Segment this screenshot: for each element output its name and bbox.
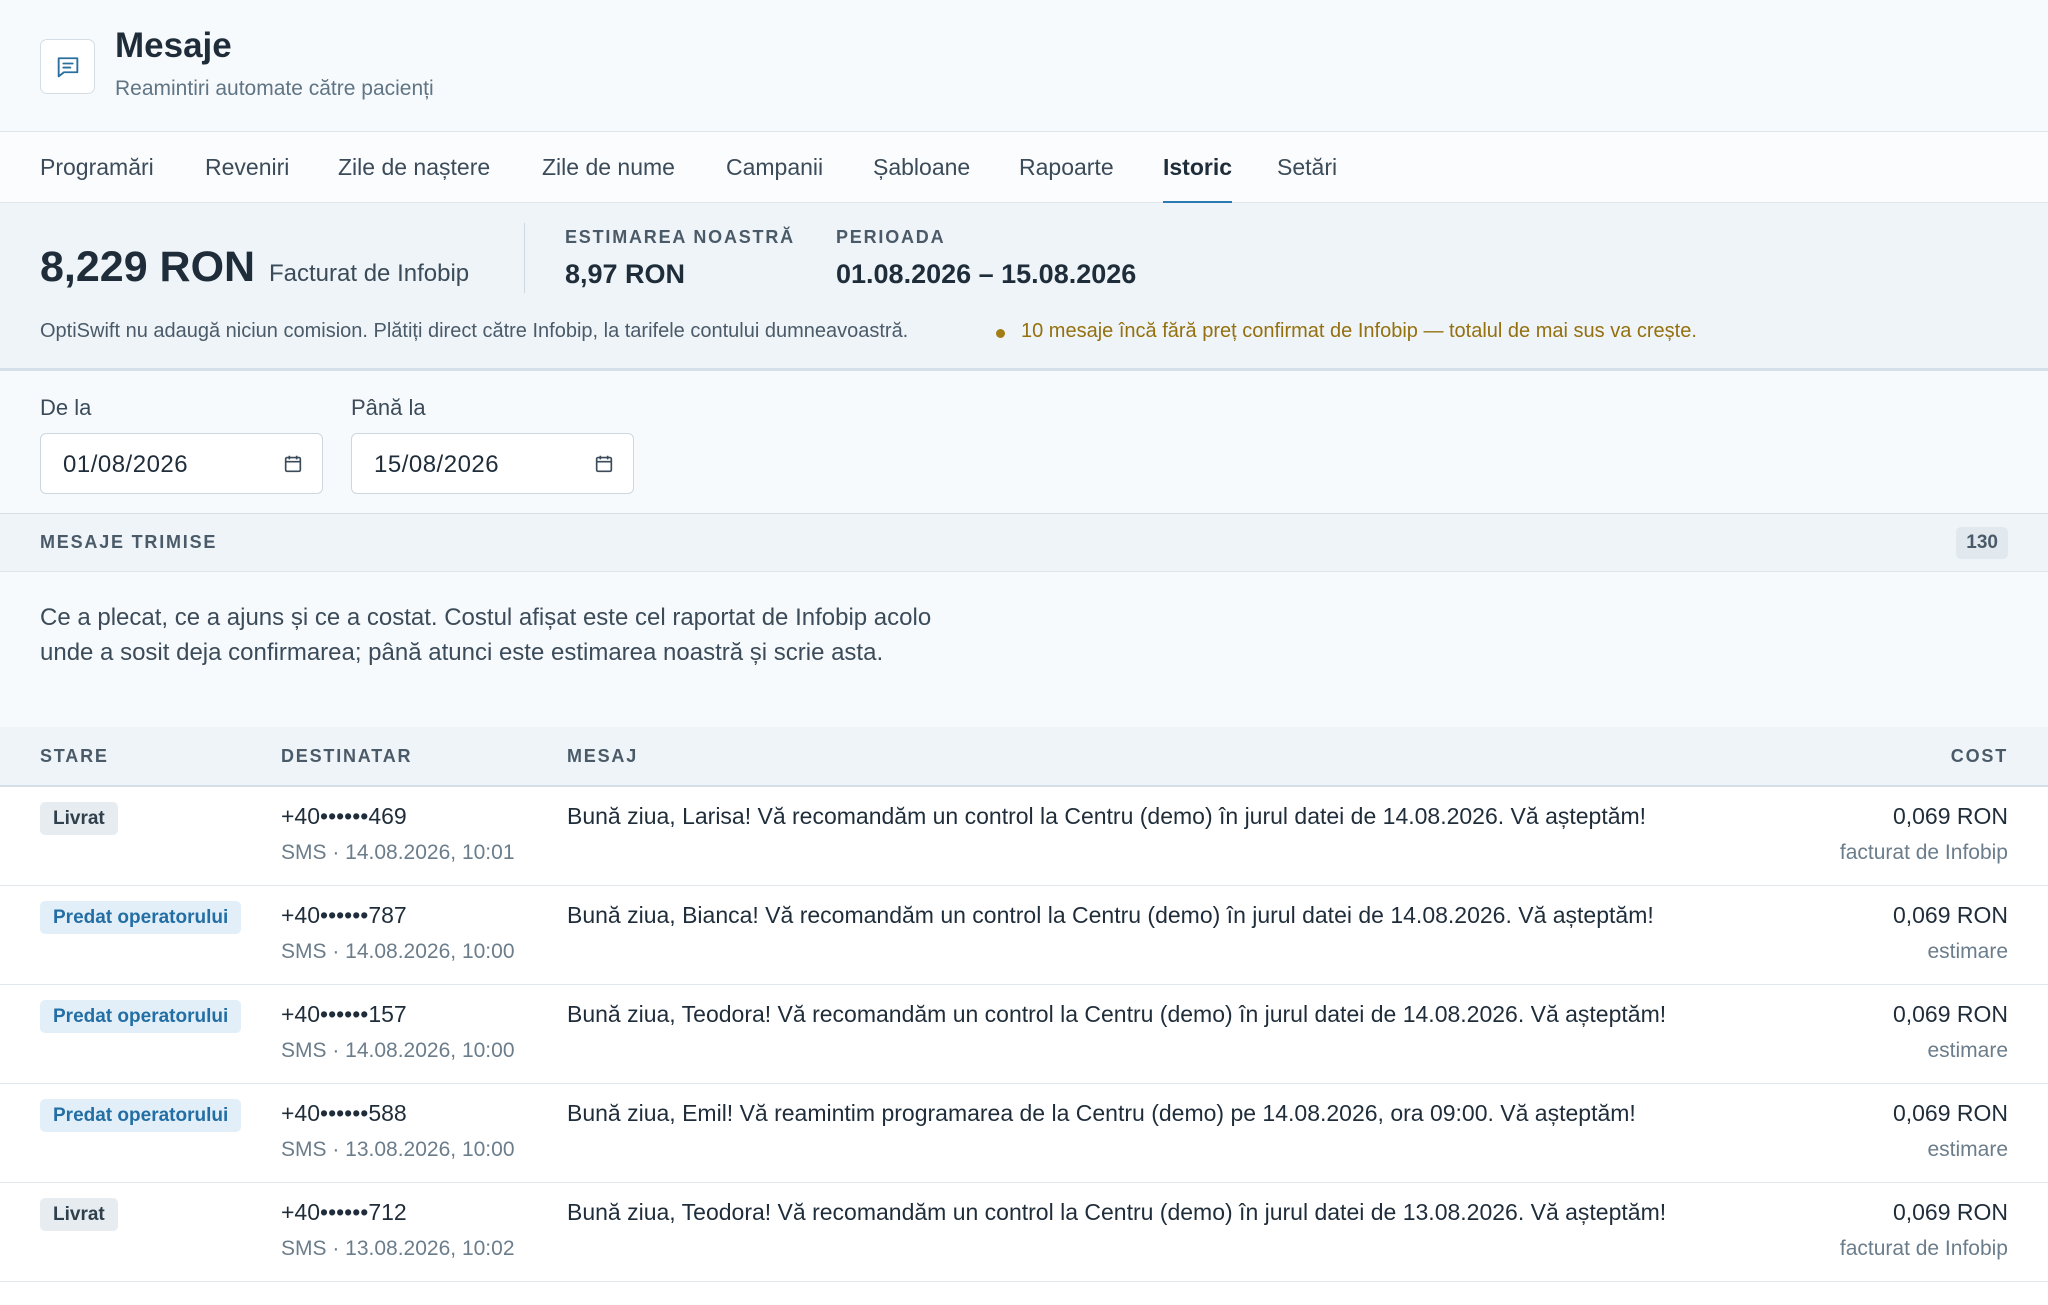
status-badge: Predat operatorului: [40, 901, 242, 934]
cost-source: facturat de Infobip: [1839, 841, 2008, 864]
table-header: STARE DESTINATAR MESAJ COST: [0, 727, 2048, 787]
table-row[interactable]: Livrat +40••••••712 SMS · 13.08.2026, 10…: [0, 1183, 2048, 1282]
recipient-phone: +40••••••469: [281, 803, 407, 829]
sent-messages-header: MESAJE TRIMISE 130: [0, 514, 2048, 572]
status-badge: Predat operatorului: [40, 1000, 242, 1033]
tab-campanii[interactable]: Campanii: [726, 132, 823, 203]
status-badge: Livrat: [40, 1198, 118, 1231]
status-badge: Livrat: [40, 802, 118, 835]
message-text: Bună ziua, Teodora! Vă recomandăm un con…: [567, 1001, 1667, 1027]
recipient-phone: +40••••••588: [281, 1100, 407, 1126]
message-count-badge: 130: [1956, 527, 2008, 559]
column-status: STARE: [40, 746, 109, 766]
message-meta: SMS · 14.08.2026, 10:00: [281, 940, 515, 963]
period-label: PERIOADA: [836, 227, 946, 247]
cost-source: estimare: [1927, 1138, 2008, 1161]
calendar-icon[interactable]: [593, 453, 615, 475]
table-row[interactable]: Predat operatorului +40••••••157 SMS · 1…: [0, 985, 2048, 1084]
tab-reveniri[interactable]: Reveniri: [205, 132, 289, 203]
tab-rapoarte[interactable]: Rapoarte: [1019, 132, 1114, 203]
message-meta: SMS · 13.08.2026, 10:02: [281, 1237, 515, 1260]
tab-istoric[interactable]: Istoric: [1163, 132, 1233, 204]
commission-note: OptiSwift nu adaugă niciun comision. Plă…: [40, 320, 909, 342]
tab-sabloane[interactable]: Șabloane: [873, 132, 970, 203]
message-cost: 0,069 RON: [1892, 1199, 2008, 1225]
message-cost: 0,069 RON: [1892, 1001, 2008, 1027]
page-header: Mesaje Reamintiri automate către pacienț…: [0, 0, 2048, 132]
table-row[interactable]: Predat operatorului +40••••••588 SMS · 1…: [0, 1084, 2048, 1183]
recipient-phone: +40••••••787: [281, 902, 407, 928]
message-cost: 0,069 RON: [1892, 1100, 2008, 1126]
column-cost: COST: [1950, 746, 2008, 766]
table-row[interactable]: Predat operatorului +40••••••787 SMS · 1…: [0, 886, 2048, 985]
cost-source: estimare: [1927, 1039, 2008, 1062]
tab-programari[interactable]: Programări: [40, 132, 154, 203]
message-text: Bună ziua, Emil! Vă reamintim programare…: [567, 1100, 1636, 1126]
page-title: Mesaje: [115, 26, 232, 65]
recipient-phone: +40••••••712: [281, 1199, 407, 1225]
divider: [524, 223, 525, 293]
message-text: Bună ziua, Bianca! Vă recomandăm un cont…: [567, 902, 1654, 928]
from-date-label: De la: [40, 395, 92, 420]
to-date-value: 15/08/2026: [374, 451, 500, 478]
message-icon: [40, 39, 95, 94]
section-title: MESAJE TRIMISE: [40, 532, 218, 552]
message-text: Bună ziua, Larisa! Vă recomandăm un cont…: [567, 803, 1647, 829]
column-recipient: DESTINATAR: [281, 746, 413, 766]
section-description: Ce a plecat, ce a ajuns și ce a costat. …: [40, 604, 932, 666]
date-filters: De la 01/08/2026 Până la 15/08/2026: [0, 371, 2048, 514]
message-meta: SMS · 14.08.2026, 10:01: [281, 841, 515, 864]
message-cost: 0,069 RON: [1892, 902, 2008, 928]
warning-dot-icon: [996, 329, 1005, 338]
cost-source: estimare: [1927, 940, 2008, 963]
estimate-label: ESTIMAREA NOASTRĂ: [565, 227, 795, 247]
cost-source: facturat de Infobip: [1839, 1237, 2008, 1260]
from-date-value: 01/08/2026: [63, 451, 189, 478]
tab-bar: Programări Reveniri Zile de naștere Zile…: [0, 132, 2048, 204]
estimate-value: 8,97 RON: [565, 259, 686, 289]
message-meta: SMS · 14.08.2026, 10:00: [281, 1039, 515, 1062]
pricing-warning: 10 mesaje încă fără preț confirmat de In…: [1021, 320, 1697, 342]
column-message: MESAJ: [567, 746, 639, 766]
billed-amount: 8,229 RON: [40, 243, 256, 291]
message-text: Bună ziua, Teodora! Vă recomandăm un con…: [567, 1199, 1667, 1225]
tab-setari[interactable]: Setări: [1277, 132, 1337, 203]
period-value: 01.08.2026 – 15.08.2026: [836, 259, 1137, 289]
billed-label: Facturat de Infobip: [269, 260, 470, 287]
to-date-input[interactable]: 15/08/2026: [351, 433, 634, 494]
page-subtitle: Reamintiri automate către pacienți: [115, 77, 434, 100]
calendar-icon[interactable]: [282, 453, 304, 475]
tab-zile-de-nastere[interactable]: Zile de naștere: [338, 132, 490, 203]
from-date-input[interactable]: 01/08/2026: [40, 433, 323, 494]
message-cost: 0,069 RON: [1892, 803, 2008, 829]
to-date-label: Până la: [351, 395, 426, 420]
table-row[interactable]: Livrat +40••••••469 SMS · 14.08.2026, 10…: [0, 787, 2048, 886]
tab-zile-de-nume[interactable]: Zile de nume: [542, 132, 675, 203]
message-meta: SMS · 13.08.2026, 10:00: [281, 1138, 515, 1161]
cost-summary: 8,229 RON Facturat de Infobip ESTIMAREA …: [0, 203, 2048, 371]
messages-table: Livrat +40••••••469 SMS · 14.08.2026, 10…: [0, 787, 2048, 1305]
recipient-phone: +40••••••157: [281, 1001, 407, 1027]
status-badge: Predat operatorului: [40, 1099, 242, 1132]
